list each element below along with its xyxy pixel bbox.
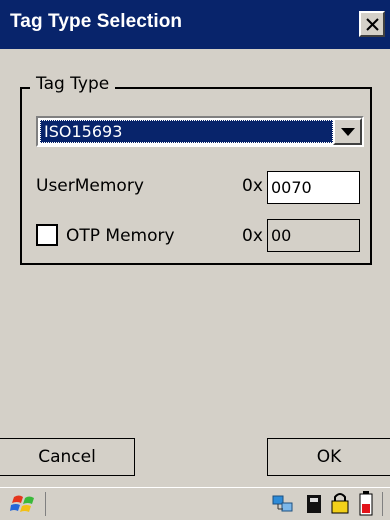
- dropdown-button[interactable]: [333, 118, 362, 145]
- ok-button[interactable]: OK: [267, 438, 390, 476]
- otp-memory-hex-prefix: 0x: [242, 226, 263, 246]
- tag-type-group-label: Tag Type: [30, 74, 116, 94]
- otp-memory-label: OTP Memory: [66, 226, 175, 246]
- lock-icon[interactable]: [331, 491, 349, 515]
- tag-type-selected-value[interactable]: ISO15693: [40, 120, 333, 143]
- title-bar: Tag Type Selection: [0, 0, 390, 49]
- close-icon: [366, 18, 379, 31]
- cancel-button[interactable]: Cancel: [0, 438, 135, 476]
- user-memory-input[interactable]: 0070: [267, 171, 360, 204]
- close-button[interactable]: [359, 11, 385, 37]
- otp-memory-input: 00: [267, 219, 360, 252]
- user-memory-label: UserMemory: [36, 176, 144, 196]
- otp-memory-checkbox[interactable]: [36, 224, 58, 246]
- chevron-down-icon: [341, 128, 355, 136]
- window-title: Tag Type Selection: [10, 11, 183, 32]
- ok-button-label: OK: [316, 447, 342, 467]
- battery-icon[interactable]: [359, 491, 373, 516]
- windows-start-icon[interactable]: [10, 493, 38, 515]
- user-memory-hex-prefix: 0x: [242, 176, 263, 196]
- tag-type-combobox[interactable]: ISO15693: [36, 116, 364, 147]
- network-icon[interactable]: [272, 494, 296, 514]
- cancel-button-label: Cancel: [38, 447, 96, 467]
- storage-card-icon[interactable]: [305, 494, 323, 514]
